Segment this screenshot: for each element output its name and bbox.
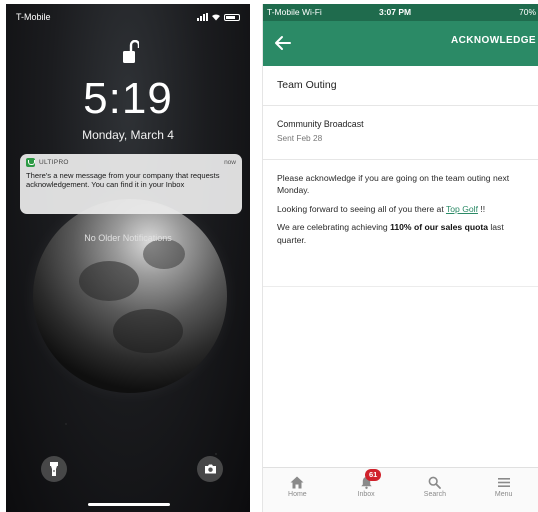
tab-search-label: Search [423, 491, 446, 498]
lock-status-bar: T-Mobile [16, 12, 240, 26]
app-status-bar: T-Mobile Wi-Fi 3:07 PM 70% [263, 4, 538, 21]
flashlight-icon [50, 462, 58, 476]
home-indicator[interactable] [88, 503, 170, 506]
home-icon [290, 476, 304, 489]
camera-button[interactable] [197, 456, 223, 482]
paragraph-2-suffix: !! [480, 203, 486, 214]
notification-message: There's a new message from your company … [26, 171, 220, 190]
sales-quota-highlight: 110% of our sales quota [390, 222, 488, 233]
inbox-unread-badge: 61 [365, 469, 382, 481]
tab-menu-label: Menu [494, 491, 513, 498]
unlocked-padlock-icon [123, 40, 139, 63]
camera-icon [204, 464, 216, 474]
message-paragraph-1: Please acknowledge if you are going on t… [277, 173, 510, 196]
screenshot-composite: T-Mobile 5:19 Monday, March 4 ULTIPRO no… [0, 0, 538, 512]
status-battery: 70% [518, 7, 536, 17]
top-golf-link[interactable]: Top Golf [446, 204, 478, 214]
tab-home-label: Home [288, 491, 307, 498]
app-screen: T-Mobile Wi-Fi 3:07 PM 70% ACKNOWLEDGE T… [262, 4, 538, 512]
app-toolbar: ACKNOWLEDGE [263, 21, 538, 66]
notification-app-name: ULTIPRO [39, 159, 69, 166]
notification-card[interactable]: ULTIPRO now There's a new message from y… [20, 154, 242, 214]
menu-icon [497, 478, 510, 487]
notification-time: now [224, 159, 236, 166]
search-icon [428, 476, 442, 489]
message-sender: Community Broadcast [277, 119, 364, 129]
lock-date: Monday, March 4 [82, 128, 174, 142]
message-subject: Team Outing [263, 66, 538, 106]
message-paragraph-2: Looking forward to seeing all of you the… [277, 203, 524, 215]
ultipro-logo-icon [26, 158, 35, 167]
battery-icon [224, 13, 240, 21]
message-meta: Community Broadcast Sent Feb 28 [263, 106, 538, 160]
body-divider [263, 286, 538, 287]
tab-home[interactable]: Home [263, 468, 332, 512]
status-carrier: T-Mobile Wi-Fi [267, 7, 322, 17]
flashlight-button[interactable] [41, 456, 67, 482]
acknowledge-button[interactable]: ACKNOWLEDGE [451, 35, 536, 46]
tab-menu[interactable]: Menu [469, 468, 538, 512]
lock-screen: T-Mobile 5:19 Monday, March 4 ULTIPRO no… [6, 4, 250, 512]
paragraph-3-prefix: We are celebrating achieving [277, 222, 388, 233]
status-time: 3:07 PM [379, 7, 412, 17]
back-arrow-icon[interactable] [273, 33, 293, 53]
message-body: Please acknowledge if you are going on t… [263, 160, 538, 246]
tab-search[interactable]: Search [401, 468, 470, 512]
lock-clock: 5:19 [83, 74, 173, 123]
carrier-label: T-Mobile [16, 12, 51, 22]
notification-header: ULTIPRO now [20, 154, 242, 169]
wifi-icon [212, 14, 220, 21]
tab-inbox-label: Inbox [357, 491, 375, 498]
cellular-signal-icon [197, 13, 208, 21]
no-older-notifications: No Older Notifications [84, 233, 172, 243]
moon-wallpaper [33, 199, 227, 393]
paragraph-2-prefix: Looking forward to seeing all of you the… [277, 203, 444, 214]
tab-inbox[interactable]: 61 Inbox [332, 468, 401, 512]
message-sent-date: Sent Feb 28 [277, 133, 323, 143]
message-paragraph-3: We are celebrating achieving 110% of our… [277, 221, 524, 246]
bottom-tab-bar: Home 61 Inbox Search Menu [263, 467, 538, 512]
